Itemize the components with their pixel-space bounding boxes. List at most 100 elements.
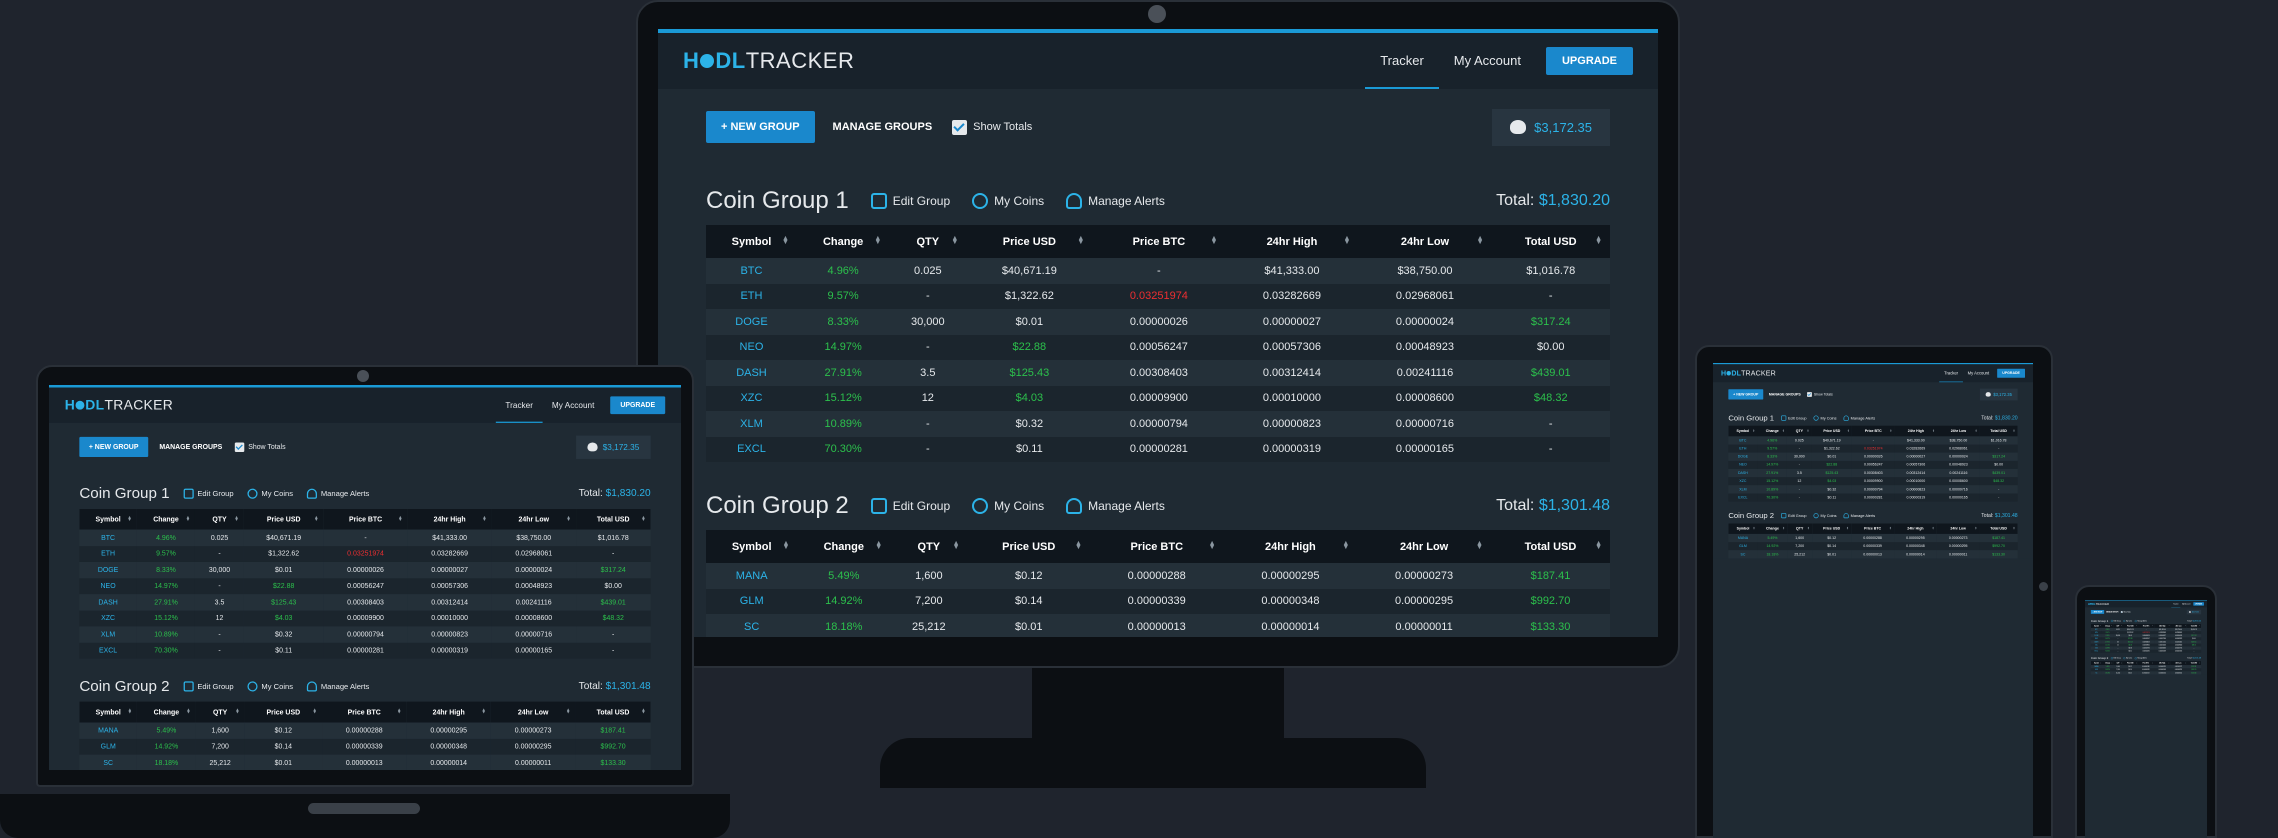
column-header[interactable]: 24hr Low ▲ ▼ <box>1358 225 1492 258</box>
table-cell[interactable]: EXCL <box>1728 493 1758 502</box>
column-header[interactable]: Symbol ▲ ▼ <box>2090 661 2103 666</box>
column-header[interactable]: Price USD ▲ ▼ <box>966 225 1093 258</box>
my-coins-button[interactable]: My Coins <box>247 681 293 692</box>
table-cell[interactable]: SC <box>706 614 798 637</box>
nav-my-account[interactable]: My Account <box>2180 600 2192 607</box>
upgrade-button[interactable]: UPGRADE <box>1997 368 2025 378</box>
nav-my-account[interactable]: My Account <box>1439 33 1536 89</box>
column-header[interactable]: 24hr Low ▲ ▼ <box>2170 623 2187 628</box>
table-row[interactable]: DASH 27.91% 3.5 $125.43 0.00308403 0.00312414… <box>1728 468 2018 478</box>
column-header[interactable]: Total USD ▲ ▼ <box>2186 623 2202 628</box>
column-header[interactable]: QTY ▲ ▼ <box>1787 523 1813 534</box>
column-header[interactable]: Symbol ▲ ▼ <box>1728 425 1758 437</box>
table-cell[interactable]: DASH <box>706 360 797 386</box>
column-header[interactable]: Price BTC ▲ ▼ <box>2137 623 2155 628</box>
column-header[interactable]: Total USD ▲ ▼ <box>575 701 651 723</box>
edit-group-button[interactable]: Edit Group <box>870 193 950 209</box>
edit-group-button[interactable]: Edit Group <box>870 498 950 514</box>
table-cell[interactable]: BTC <box>1728 436 1758 445</box>
table-row[interactable]: XZC 15.12% 12 $4.03 0.00009900 0.00010000 0.00… <box>1728 477 2018 486</box>
table-row[interactable]: MANA 5.49% 1,600 $0.12 0.00000288 0.00000295 0… <box>706 563 1610 589</box>
table-row[interactable]: GLM 14.92% 7,200 $0.14 0.00000339 0.00000348 0… <box>1728 542 2018 551</box>
manage-alerts-button[interactable]: Manage Alerts <box>306 488 369 499</box>
column-header[interactable]: 24hr High ▲ ▼ <box>407 508 492 530</box>
table-cell[interactable]: GLM <box>706 588 798 614</box>
column-header[interactable]: Price USD ▲ ▼ <box>2122 623 2138 628</box>
table-cell[interactable]: XLM <box>79 626 137 643</box>
column-header[interactable]: Change ▲ ▼ <box>2102 661 2114 666</box>
column-header[interactable]: Symbol ▲ ▼ <box>2090 623 2102 628</box>
edit-group-button[interactable]: Edit Group <box>2110 657 2121 660</box>
manage-alerts-button[interactable]: Manage Alerts <box>306 681 369 692</box>
column-header[interactable]: Price BTC ▲ ▼ <box>1092 225 1226 258</box>
table-cell[interactable]: DOGE <box>1728 452 1758 461</box>
table-row[interactable]: DOGE 8.33% 30,000 $0.01 0.00000026 0.00000027… <box>706 309 1610 335</box>
table-cell[interactable]: EXCL <box>2090 649 2102 653</box>
column-header[interactable]: 24hr High ▲ ▼ <box>2154 661 2171 666</box>
nav-tracker[interactable]: Tracker <box>2171 600 2181 608</box>
column-header[interactable]: Change ▲ ▼ <box>796 225 890 258</box>
column-header[interactable]: Price USD ▲ ▼ <box>1812 523 1852 534</box>
column-header[interactable]: 24hr High ▲ ▼ <box>1223 530 1358 563</box>
table-row[interactable]: XZC 15.12% 12 $4.03 0.00009900 0.00010000 0.00… <box>79 610 651 627</box>
column-header[interactable]: 24hr High ▲ ▼ <box>1893 523 1937 534</box>
edit-group-button[interactable]: Edit Group <box>183 681 234 692</box>
column-header[interactable]: Price BTC ▲ ▼ <box>1089 530 1224 563</box>
table-row[interactable]: DOGE 8.33% 30,000 $0.01 0.00000026 0.00000027… <box>79 561 651 579</box>
table-row[interactable]: NEO 14.97% - $22.88 0.00056247 0.00057306 0.00… <box>706 334 1610 360</box>
nav-tracker[interactable]: Tracker <box>495 388 543 423</box>
table-cell[interactable]: XZC <box>1728 477 1758 486</box>
table-row[interactable]: SC 18.18% 25,212 $0.01 0.00000013 0.00000014 0… <box>706 614 1610 637</box>
table-cell[interactable]: SC <box>79 754 138 770</box>
table-cell[interactable]: DOGE <box>79 561 137 579</box>
show-totals-checkbox[interactable]: Show Totals <box>2120 611 2131 613</box>
manage-groups-button[interactable]: MANAGE GROUPS <box>1769 392 1801 396</box>
column-header[interactable]: QTY ▲ ▼ <box>2113 661 2123 666</box>
column-header[interactable]: 24hr High ▲ ▼ <box>1225 225 1359 258</box>
nav-my-account[interactable]: My Account <box>1963 364 1994 382</box>
column-header[interactable]: QTY ▲ ▼ <box>1787 425 1812 437</box>
column-header[interactable]: 24hr Low ▲ ▼ <box>490 701 576 723</box>
column-header[interactable]: QTY ▲ ▼ <box>195 508 244 530</box>
column-header[interactable]: Total USD ▲ ▼ <box>2186 661 2202 666</box>
table-row[interactable]: EXCL 70.30% - $0.11 0.00000281 0.00000319 0.00… <box>1728 493 2018 502</box>
column-header[interactable]: 24hr Low ▲ ▼ <box>491 508 576 530</box>
table-row[interactable]: GLM 14.92% 7,200 $0.14 0.00000339 0.00000348 0… <box>706 588 1610 614</box>
table-row[interactable]: ETH 9.57% - $1,322.62 0.03251974 0.03282669 0.… <box>1728 444 2018 453</box>
table-row[interactable]: EXCL 70.30% - $0.11 0.00000281 0.00000319 0.00… <box>79 642 651 659</box>
column-header[interactable]: 24hr Low ▲ ▼ <box>2170 661 2187 666</box>
column-header[interactable]: Change ▲ ▼ <box>1757 523 1788 534</box>
table-cell[interactable]: SC <box>2090 671 2103 675</box>
column-header[interactable]: Price USD ▲ ▼ <box>244 701 322 723</box>
table-row[interactable]: XLM 10.89% - $0.32 0.00000794 0.00000823 0.000… <box>706 411 1610 437</box>
table-cell[interactable]: SC <box>1728 550 1758 559</box>
table-cell[interactable]: XLM <box>1728 485 1758 494</box>
table-row[interactable]: BTC 4.96% 0.025 $40,671.19- $41,333.00 $38,75… <box>79 529 651 546</box>
show-totals-checkbox[interactable]: Show Totals <box>234 442 286 452</box>
my-coins-button[interactable]: My Coins <box>1813 415 1837 421</box>
column-header[interactable]: 24hr High ▲ ▼ <box>1894 425 1938 437</box>
table-cell[interactable]: DOGE <box>706 309 797 335</box>
new-group-button[interactable]: + NEW GROUP <box>79 436 148 458</box>
column-header[interactable]: QTY ▲ ▼ <box>889 225 967 258</box>
table-row[interactable]: NEO 14.97% - $22.88 0.00056247 0.00057306 0.00… <box>1728 460 2018 469</box>
column-header[interactable]: 24hr Low ▲ ▼ <box>1936 523 1980 534</box>
table-cell[interactable]: NEO <box>706 334 797 360</box>
show-totals-checkbox[interactable]: Show Totals <box>952 119 1032 135</box>
column-header[interactable]: Symbol ▲ ▼ <box>706 225 797 258</box>
column-header[interactable]: Total USD ▲ ▼ <box>1491 225 1610 258</box>
manage-groups-button[interactable]: MANAGE GROUPS <box>159 443 222 451</box>
nav-my-account[interactable]: My Account <box>542 388 603 423</box>
nav-tracker[interactable]: Tracker <box>1939 364 1963 383</box>
column-header[interactable]: 24hr High ▲ ▼ <box>406 701 491 723</box>
new-group-button[interactable]: + NEW GROUP <box>1728 389 1764 400</box>
column-header[interactable]: Change ▲ ▼ <box>137 701 196 723</box>
show-totals-checkbox[interactable]: Show Totals <box>1807 391 1833 397</box>
column-header[interactable]: Symbol ▲ ▼ <box>79 701 138 723</box>
column-header[interactable]: Price BTC ▲ ▼ <box>1851 425 1895 437</box>
upgrade-button[interactable]: UPGRADE <box>1545 47 1633 75</box>
column-header[interactable]: 24hr Low ▲ ▼ <box>1937 425 1980 437</box>
table-row[interactable]: NEO 14.97% - $22.88 0.00056247 0.00057306 0.00… <box>79 578 651 595</box>
column-header[interactable]: Symbol ▲ ▼ <box>1728 523 1758 534</box>
manage-groups-button[interactable]: MANAGE GROUPS <box>2106 611 2118 612</box>
